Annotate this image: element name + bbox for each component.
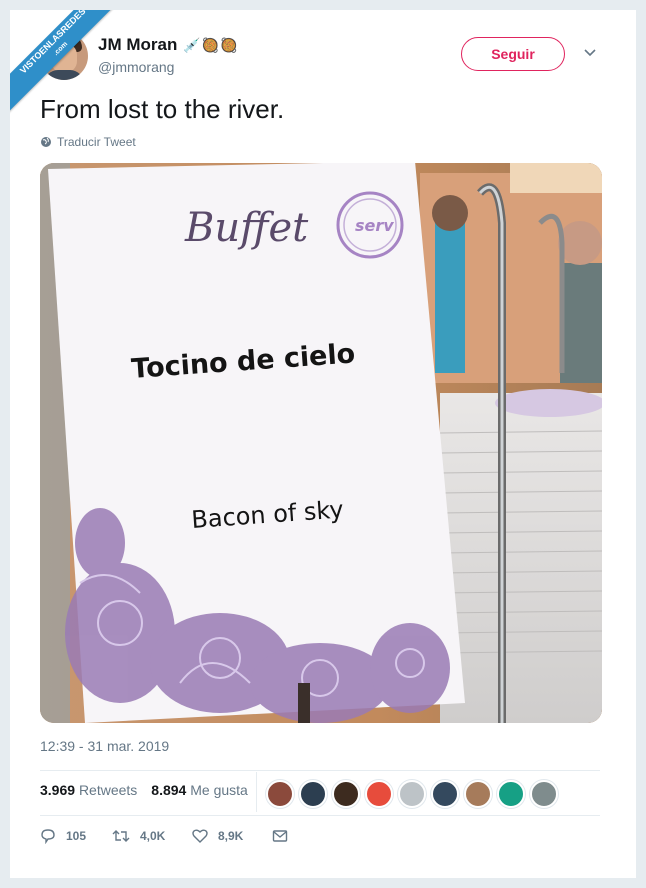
like-action[interactable]: 8,9K bbox=[192, 828, 272, 844]
stats-separator bbox=[256, 772, 257, 812]
reply-action[interactable]: 105 bbox=[40, 828, 112, 844]
reply-icon bbox=[41, 829, 55, 844]
reply-count: 105 bbox=[66, 829, 87, 843]
message-action[interactable] bbox=[272, 829, 288, 843]
retweets-label: Retweets bbox=[78, 782, 138, 798]
liker-avatar[interactable] bbox=[530, 780, 558, 808]
message-icon bbox=[272, 830, 288, 842]
retweets-count: 3.969 bbox=[40, 782, 76, 798]
liker-avatar[interactable] bbox=[464, 780, 492, 808]
follow-button[interactable]: Seguir bbox=[461, 37, 565, 71]
liker-avatar[interactable] bbox=[266, 780, 294, 808]
tweet-timestamp[interactable]: 12:39 - 31 mar. 2019 bbox=[40, 738, 169, 754]
likers-avatars bbox=[266, 780, 558, 808]
translate-label[interactable]: Traducir Tweet bbox=[57, 135, 136, 149]
translate-tweet-link[interactable]: Traducir Tweet bbox=[40, 135, 136, 149]
heart-icon bbox=[192, 829, 208, 843]
retweets-stat[interactable]: 3.969 Retweets bbox=[40, 782, 137, 798]
liker-avatar[interactable] bbox=[299, 780, 327, 808]
retweet-count: 4,0K bbox=[140, 829, 166, 843]
card-stamp: serv bbox=[355, 216, 394, 235]
card-brand: Buffet bbox=[184, 205, 309, 251]
retweet-action[interactable]: 4,0K bbox=[112, 828, 192, 844]
liker-avatar[interactable] bbox=[497, 780, 525, 808]
tweet-card: VISTOENLASREDES .com JM Moran 💉🥘🥘 @jmmor… bbox=[10, 10, 636, 878]
tweet-actions: 105 4,0K 8,9K bbox=[40, 828, 288, 844]
chevron-down-icon[interactable] bbox=[582, 44, 598, 60]
engagement-stats: 3.969 Retweets 8.894 Me gusta bbox=[40, 782, 248, 798]
tweet-photo[interactable]: Buffet serv Tocino de cielo Bacon of sky bbox=[40, 163, 602, 723]
likes-stat[interactable]: 8.894 Me gusta bbox=[151, 782, 248, 798]
watermark-text: VISTOENLASREDES bbox=[17, 10, 88, 76]
liker-avatar[interactable] bbox=[365, 780, 393, 808]
liker-avatar[interactable] bbox=[431, 780, 459, 808]
liker-avatar[interactable] bbox=[332, 780, 360, 808]
like-count: 8,9K bbox=[218, 829, 244, 843]
divider bbox=[40, 815, 600, 816]
likes-label: Me gusta bbox=[190, 782, 248, 798]
divider bbox=[40, 770, 600, 771]
retweet-icon bbox=[112, 830, 130, 842]
watermark-ribbon: VISTOENLASREDES .com bbox=[10, 10, 130, 130]
likes-count: 8.894 bbox=[151, 782, 187, 798]
name-emojis: 💉🥘🥘 bbox=[183, 36, 239, 53]
liker-avatar[interactable] bbox=[398, 780, 426, 808]
globe-icon bbox=[41, 137, 51, 147]
